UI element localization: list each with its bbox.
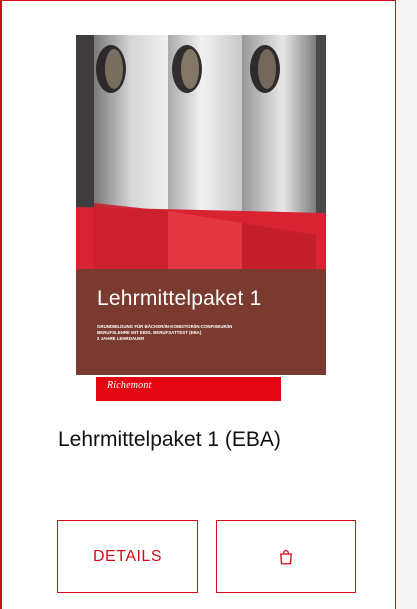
details-button[interactable]: DETAILS: [57, 520, 198, 593]
product-card: Lehrmittelpaket 1 GRUNDBILDUNG FÜR BÄCKE…: [0, 0, 396, 609]
product-page: Lehrmittelpaket 1 GRUNDBILDUNG FÜR BÄCKE…: [0, 0, 417, 609]
product-title[interactable]: Lehrmittelpaket 1 (EBA): [58, 427, 281, 453]
binders-illustration: [76, 35, 326, 283]
adjacent-card-edge: [397, 0, 417, 609]
add-to-cart-button[interactable]: [216, 520, 356, 593]
brand-logo-text: Richemont: [107, 380, 152, 391]
shopping-bag-icon: [277, 548, 295, 566]
cover-title: Lehrmittelpaket 1: [97, 287, 262, 310]
cover-subtitle: GRUNDBILDUNG FÜR BÄCKER/IN-KONDITOR/IN-C…: [97, 324, 233, 341]
product-cover-image[interactable]: Lehrmittelpaket 1 GRUNDBILDUNG FÜR BÄCKE…: [76, 35, 326, 401]
binders-photo: [76, 35, 326, 283]
